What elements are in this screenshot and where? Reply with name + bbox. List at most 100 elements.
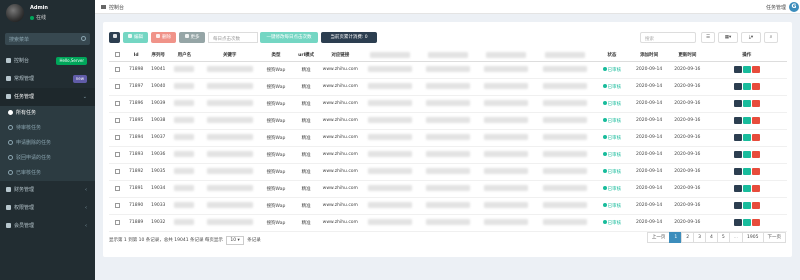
page-prev[interactable]: 上一页 bbox=[646, 232, 671, 243]
page-last[interactable]: 1905 bbox=[742, 232, 764, 243]
row-checkbox[interactable] bbox=[114, 117, 120, 123]
row-checkbox[interactable] bbox=[114, 83, 120, 89]
avatar[interactable] bbox=[6, 4, 24, 22]
row-checkbox[interactable] bbox=[114, 185, 120, 191]
pencil-icon[interactable] bbox=[742, 66, 751, 73]
list-icon[interactable] bbox=[733, 219, 742, 226]
trash-icon[interactable] bbox=[751, 151, 760, 158]
list-icon[interactable] bbox=[733, 100, 742, 107]
table-row[interactable]: 71891 19034 搜狗Wap 精准 www.zhihu.com 已审核 2020-09… bbox=[109, 180, 787, 198]
list-icon[interactable] bbox=[733, 168, 742, 175]
row-checkbox[interactable] bbox=[114, 151, 120, 157]
row-checkbox[interactable] bbox=[114, 66, 120, 72]
table-row[interactable]: 71898 19041 搜狗Wap 精准 www.zhihu.com 已审核 2020-09… bbox=[109, 61, 787, 79]
column-header[interactable] bbox=[535, 50, 594, 62]
trash-icon[interactable] bbox=[751, 117, 760, 124]
sidebar-item-permissions[interactable]: 权限管理 ‹ bbox=[0, 199, 95, 217]
list-icon[interactable] bbox=[733, 117, 742, 124]
pencil-icon[interactable] bbox=[742, 83, 751, 90]
sidebar-subitem-all-tasks[interactable]: 所有任务 bbox=[0, 106, 95, 121]
redacted-value bbox=[367, 117, 412, 124]
trash-icon[interactable] bbox=[751, 202, 760, 209]
delete-button[interactable]: 删除 bbox=[151, 32, 176, 43]
g-icon[interactable]: G bbox=[789, 2, 799, 12]
list-icon[interactable] bbox=[733, 83, 742, 90]
pencil-icon[interactable] bbox=[742, 202, 751, 209]
row-checkbox[interactable] bbox=[114, 100, 120, 106]
more-button[interactable]: 更多 bbox=[179, 32, 205, 43]
list-icon[interactable] bbox=[733, 151, 742, 158]
sidebar-item-finance[interactable]: 财务管理 ‹ bbox=[0, 181, 95, 199]
advanced-search-button[interactable]: ⌕ bbox=[764, 32, 778, 43]
sidebar-item-general[interactable]: 常规管理 new bbox=[0, 70, 95, 88]
pencil-icon[interactable] bbox=[742, 100, 751, 107]
column-header[interactable]: 添加时间 bbox=[630, 50, 669, 62]
breadcrumb[interactable]: 控制台 bbox=[101, 4, 124, 11]
column-header[interactable]: 用户名 bbox=[169, 50, 200, 62]
sidebar-subitem-rejected-requests[interactable]: 驳回申请的任务 bbox=[0, 151, 95, 166]
list-icon[interactable] bbox=[733, 202, 742, 209]
table-row[interactable]: 71892 19035 搜狗Wap 精准 www.zhihu.com 已审核 2020-09… bbox=[109, 163, 787, 181]
table-row[interactable]: 71896 19039 搜狗Wap 精准 www.zhihu.com 已审核 2020-09… bbox=[109, 95, 787, 113]
trash-icon[interactable] bbox=[751, 100, 760, 107]
column-header[interactable] bbox=[360, 50, 419, 62]
set-daily-limit-button[interactable]: 一键修改每日点击次数 bbox=[260, 32, 318, 43]
table-row[interactable]: 71889 19032 搜狗Wap 精准 www.zhihu.com 已审核 2020-09… bbox=[109, 214, 787, 232]
sidebar-subitem-pending-tasks[interactable]: 待审核任务 bbox=[0, 121, 95, 136]
refresh-button[interactable] bbox=[109, 32, 120, 43]
list-icon[interactable] bbox=[733, 66, 742, 73]
sidebar-subitem-approved-tasks[interactable]: 已审核任务 bbox=[0, 166, 95, 181]
toggle-view-button[interactable]: ☰ bbox=[701, 32, 715, 43]
table-row[interactable]: 71894 19037 搜狗Wap 精准 www.zhihu.com 已审核 2020-09… bbox=[109, 129, 787, 147]
column-header[interactable]: 对应链接 bbox=[320, 50, 361, 62]
page-size-select[interactable]: 10 ▾ bbox=[226, 236, 244, 245]
pencil-icon[interactable] bbox=[742, 151, 751, 158]
column-header[interactable]: 序列号 bbox=[147, 50, 170, 62]
column-header[interactable]: 类型 bbox=[259, 50, 293, 62]
trash-icon[interactable] bbox=[751, 168, 760, 175]
table-row[interactable]: 71893 19036 搜狗Wap 精准 www.zhihu.com 已审核 2020-09… bbox=[109, 146, 787, 164]
daily-click-limit-input[interactable]: 每日点击次数 bbox=[208, 32, 258, 43]
trash-icon[interactable] bbox=[751, 185, 760, 192]
sidebar-subitem-delete-requests[interactable]: 申请删除的任务 bbox=[0, 136, 95, 151]
column-header[interactable]: Id bbox=[125, 50, 148, 62]
task-management-link[interactable]: 任务管理 bbox=[766, 4, 786, 11]
pencil-icon[interactable] bbox=[742, 168, 751, 175]
select-all-checkbox[interactable] bbox=[114, 52, 120, 58]
column-header[interactable] bbox=[418, 50, 478, 62]
row-checkbox[interactable] bbox=[114, 202, 120, 208]
table-row[interactable]: 71895 19038 搜狗Wap 精准 www.zhihu.com 已审核 2020-09… bbox=[109, 112, 787, 130]
column-header[interactable]: 更新时间 bbox=[668, 50, 707, 62]
row-checkbox[interactable] bbox=[114, 168, 120, 174]
pencil-icon[interactable] bbox=[742, 117, 751, 124]
trash-icon[interactable] bbox=[751, 219, 760, 226]
export-dropdown[interactable]: ⤓▾ bbox=[741, 32, 761, 43]
list-icon[interactable] bbox=[733, 185, 742, 192]
sidebar-search-input[interactable]: 搜索菜单 bbox=[5, 33, 90, 45]
row-checkbox[interactable] bbox=[114, 134, 120, 140]
row-checkbox[interactable] bbox=[114, 219, 120, 225]
pencil-icon[interactable] bbox=[742, 134, 751, 141]
column-header[interactable]: 关键字 bbox=[199, 50, 260, 62]
pencil-icon[interactable] bbox=[742, 219, 751, 226]
search-icon[interactable] bbox=[81, 36, 86, 41]
trash-icon[interactable] bbox=[751, 134, 760, 141]
page-consumption-button[interactable]: 当前页累计消费: 0 bbox=[321, 32, 377, 43]
edit-button[interactable]: 编辑 bbox=[123, 32, 148, 43]
column-header[interactable]: url模式 bbox=[292, 50, 321, 62]
sidebar-item-members[interactable]: 会员管理 ‹ bbox=[0, 217, 95, 235]
column-header[interactable] bbox=[477, 50, 536, 62]
columns-dropdown[interactable]: ▦▾ bbox=[718, 32, 738, 43]
trash-icon[interactable] bbox=[751, 66, 760, 73]
pencil-icon[interactable] bbox=[742, 185, 751, 192]
table-search-input[interactable]: 搜索 bbox=[640, 32, 696, 43]
page-next[interactable]: 下一页 bbox=[762, 232, 786, 243]
sidebar-item-dashboard[interactable]: 控制台 Hello,Server bbox=[0, 52, 95, 70]
trash-icon[interactable] bbox=[751, 83, 760, 90]
column-header[interactable]: 状态 bbox=[593, 50, 631, 62]
table-row[interactable]: 71897 19040 搜狗Wap 精准 www.zhihu.com 已审核 2020-09… bbox=[109, 78, 787, 96]
cell-redacted bbox=[535, 163, 594, 181]
sidebar-item-tasks[interactable]: 任务管理 ⌄ bbox=[0, 88, 95, 106]
list-icon[interactable] bbox=[733, 134, 742, 141]
table-row[interactable]: 71890 19033 搜狗Wap 精准 www.zhihu.com 已审核 2020-09… bbox=[109, 197, 787, 215]
